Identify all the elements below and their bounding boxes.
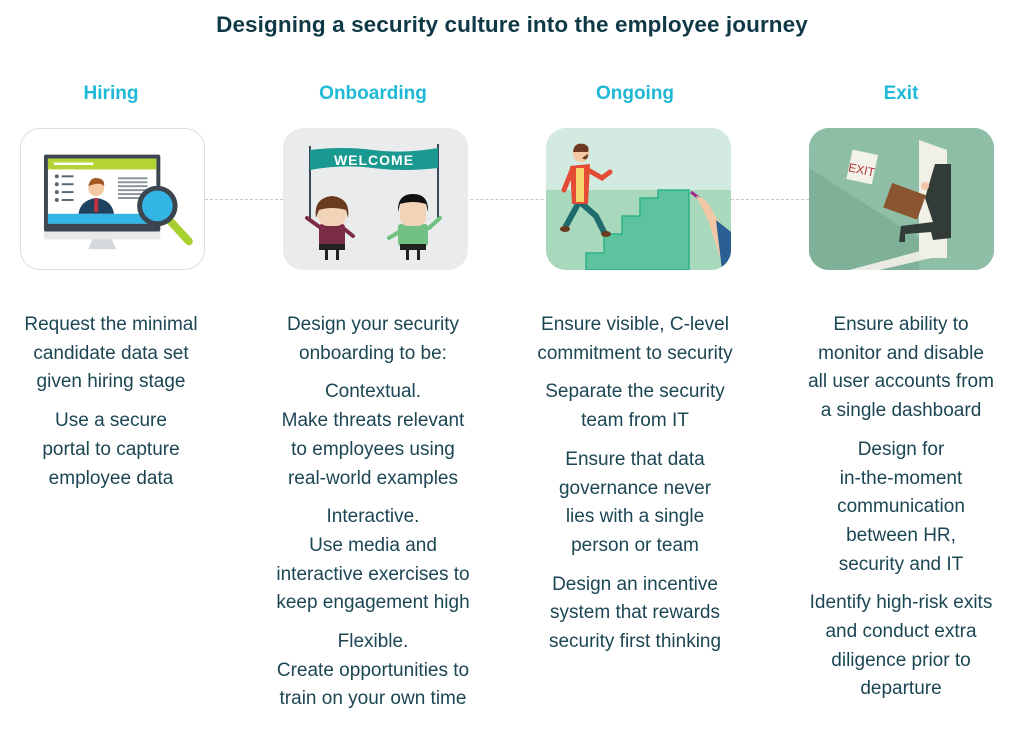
stage-heading: Hiring: [83, 83, 139, 104]
description-paragraph: Separate the security team from IT: [545, 381, 725, 432]
description-paragraph: Ensure that data governance never lies w…: [558, 448, 712, 556]
stage-description: Ensure ability to monitor and disable al…: [770, 311, 1024, 714]
description-paragraph: Request the minimal candidate data set g…: [24, 314, 198, 393]
description-paragraph: Use a secure portal to capture employee …: [42, 410, 180, 489]
stage-heading: Ongoing: [595, 83, 675, 104]
description-paragraph: Ensure visible, C-level commitment to se…: [537, 314, 733, 364]
stage-heading: Onboarding: [319, 83, 427, 104]
description-paragraph: Contextual. Make threats relevant to emp…: [281, 381, 465, 489]
welcome-banner-icon: WELCOME: [305, 144, 442, 260]
hiring-illustration: [20, 128, 205, 270]
description-paragraph: Design your security onboarding to be:: [286, 314, 460, 364]
stage-heading: Exit: [883, 83, 919, 104]
description-paragraph: Ensure ability to monitor and disable al…: [808, 314, 994, 422]
onboarding-illustration: WELCOME: [283, 128, 468, 270]
description-paragraph: Identify high-risk exits and conduct ext…: [809, 592, 993, 700]
computer-profile-icon: [43, 154, 193, 250]
page-title: Designing a security culture into the em…: [216, 12, 808, 37]
stage-description: Request the minimal candidate data set g…: [0, 311, 242, 503]
description-paragraph: Interactive. Use media and interactive e…: [276, 506, 470, 614]
description-paragraph: Design an incentive system that rewards …: [548, 573, 722, 653]
stairs-climber-icon: [546, 128, 731, 270]
banner-text: WELCOME: [334, 152, 414, 168]
stage-description: Ensure visible, C-level commitment to se…: [504, 311, 766, 667]
stage-description: Design your security onboarding to be: C…: [242, 311, 504, 714]
exit-illustration: EXIT: [809, 128, 994, 270]
description-paragraph: Flexible. Create opportunities to train …: [276, 631, 470, 710]
description-paragraph: Design for in-the-moment communication b…: [837, 438, 965, 575]
ongoing-illustration: [546, 128, 731, 270]
exit-door-icon: EXIT: [809, 128, 994, 270]
